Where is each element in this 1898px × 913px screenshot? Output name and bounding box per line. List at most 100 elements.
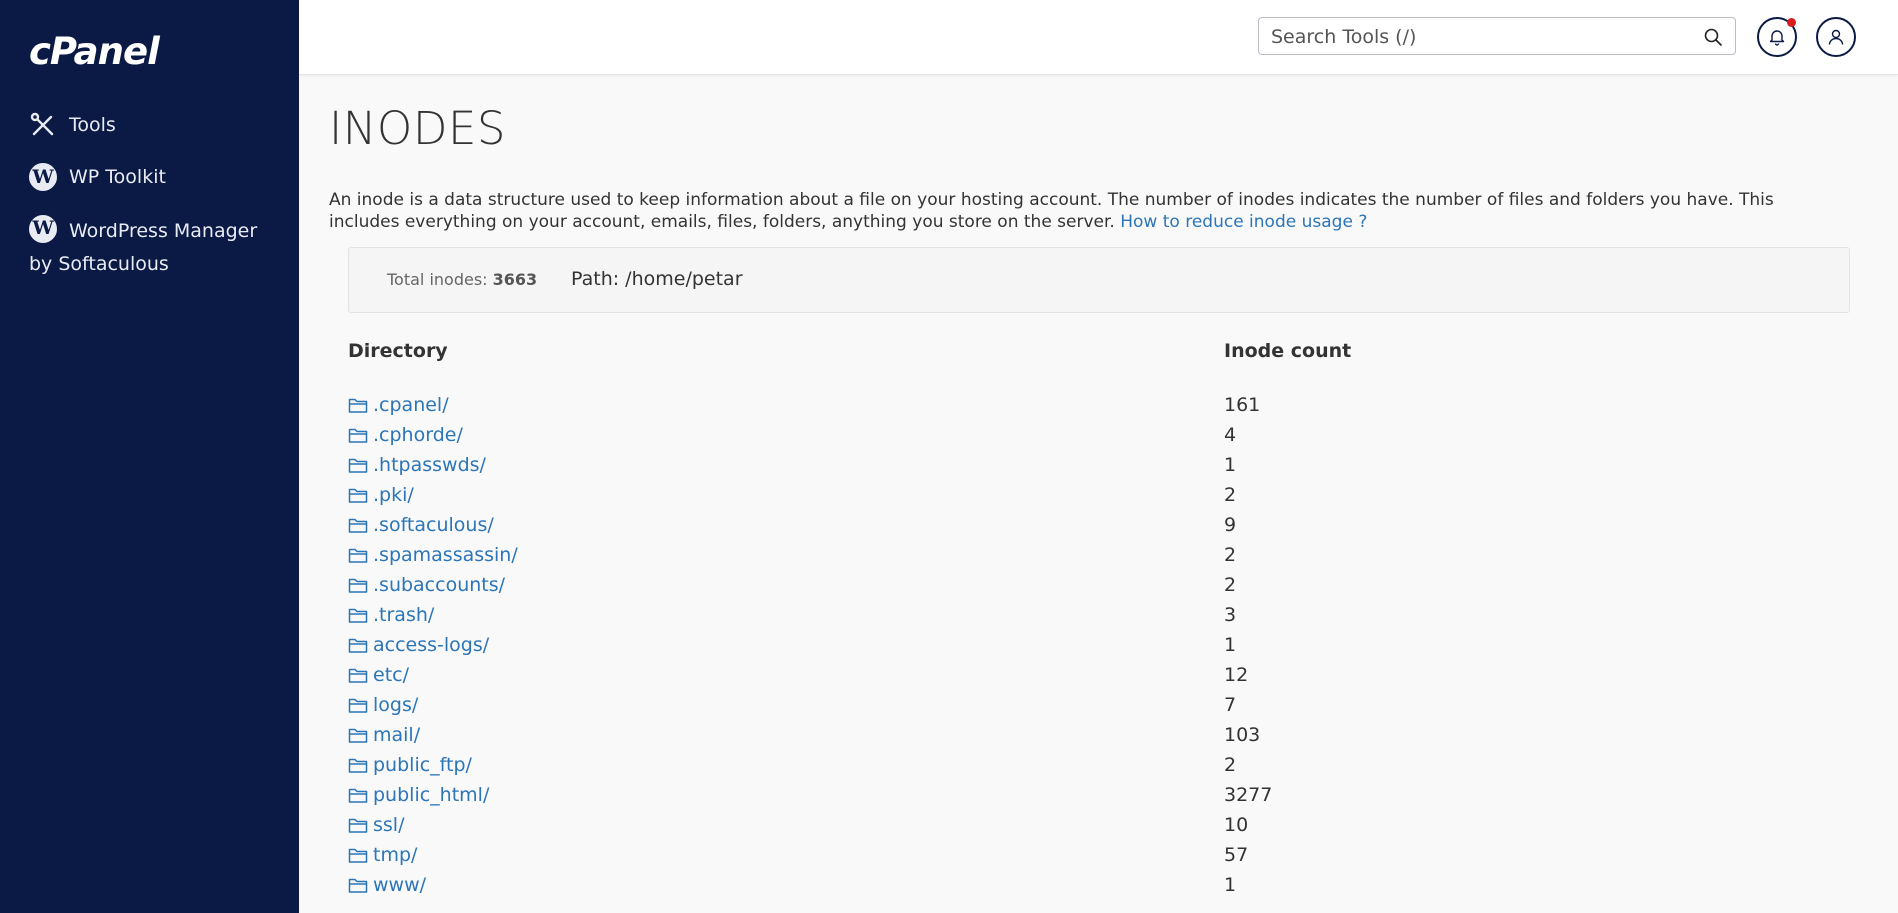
notifications-button[interactable] bbox=[1757, 17, 1797, 57]
inode-count: 103 bbox=[1224, 724, 1261, 746]
table-row: public_html/3277 bbox=[348, 784, 1850, 814]
bell-icon bbox=[1769, 30, 1785, 46]
directory-name: .trash/ bbox=[373, 604, 435, 626]
directory-link[interactable]: public_html/ bbox=[348, 784, 489, 806]
directory-link[interactable]: .spamassassin/ bbox=[348, 544, 518, 566]
directory-link[interactable]: etc/ bbox=[348, 664, 409, 686]
inode-count: 1 bbox=[1224, 454, 1237, 476]
directory-link[interactable]: mail/ bbox=[348, 724, 420, 746]
inode-count: 2 bbox=[1224, 754, 1237, 776]
total-inodes-value: 3663 bbox=[492, 270, 538, 289]
table-row: .cphorde/4 bbox=[348, 424, 1850, 454]
directory-name: mail/ bbox=[373, 724, 421, 746]
notification-badge bbox=[1787, 18, 1796, 27]
sidebar-item-wordpress-manager[interactable]: W WordPress Manager by Softaculous bbox=[29, 214, 269, 281]
directory-link[interactable]: tmp/ bbox=[348, 844, 417, 866]
directory-name: .cpanel/ bbox=[373, 394, 449, 416]
inode-count: 7 bbox=[1224, 694, 1237, 716]
directory-name: tmp/ bbox=[373, 844, 418, 866]
directory-link[interactable]: .htpasswds/ bbox=[348, 454, 486, 476]
directory-table: .cpanel/161 .cphorde/4 .htpasswds/1 .pki/2.… bbox=[348, 394, 1850, 904]
directory-link[interactable]: access-logs/ bbox=[348, 634, 489, 656]
wordpress-icon: W bbox=[29, 214, 57, 243]
user-icon bbox=[1828, 29, 1844, 45]
table-row: mail/103 bbox=[348, 724, 1850, 754]
directory-name: public_ftp/ bbox=[373, 754, 472, 776]
search-input[interactable] bbox=[1269, 18, 1693, 56]
table-row: .softaculous/9 bbox=[348, 514, 1850, 544]
inode-count: 12 bbox=[1224, 664, 1249, 686]
directory-link[interactable]: logs/ bbox=[348, 694, 418, 716]
inode-count: 2 bbox=[1224, 484, 1237, 506]
inode-count: 9 bbox=[1224, 514, 1237, 536]
directory-link[interactable]: .cpanel/ bbox=[348, 394, 449, 416]
folder-icon bbox=[348, 758, 368, 773]
directory-link[interactable]: public_ftp/ bbox=[348, 754, 472, 776]
directory-link[interactable]: .softaculous/ bbox=[348, 514, 494, 536]
table-row: .htpasswds/1 bbox=[348, 454, 1850, 484]
directory-name: ssl/ bbox=[373, 814, 405, 836]
cpanel-logo[interactable]: cPanel bbox=[29, 30, 160, 73]
inode-count: 2 bbox=[1224, 544, 1237, 566]
inode-count: 2 bbox=[1224, 574, 1237, 596]
sidebar-item-label: Tools bbox=[69, 114, 116, 136]
directory-link[interactable]: www/ bbox=[348, 874, 426, 896]
inode-summary-box: Total inodes: 3663 Path: /home/petar bbox=[348, 247, 1850, 313]
column-header-inode-count: Inode count bbox=[1224, 340, 1352, 362]
inode-count: 10 bbox=[1224, 814, 1249, 836]
description-text: An inode is a data structure used to kee… bbox=[329, 190, 1774, 232]
user-menu-button[interactable] bbox=[1816, 17, 1856, 57]
search-icon[interactable] bbox=[1703, 27, 1723, 47]
directory-link[interactable]: .subaccounts/ bbox=[348, 574, 505, 596]
table-row: .trash/3 bbox=[348, 604, 1850, 634]
sidebar-item-tools[interactable]: Tools bbox=[29, 111, 116, 139]
inode-count: 4 bbox=[1224, 424, 1237, 446]
folder-icon bbox=[348, 578, 368, 593]
current-path: Path: /home/petar bbox=[571, 268, 743, 290]
directory-name: public_html/ bbox=[373, 784, 490, 806]
folder-icon bbox=[348, 488, 368, 503]
total-inodes: Total inodes: 3663 bbox=[387, 270, 537, 289]
folder-icon bbox=[348, 398, 368, 413]
sidebar-item-wp-toolkit[interactable]: W WP Toolkit bbox=[29, 163, 166, 191]
folder-icon bbox=[348, 638, 368, 653]
inode-count: 3 bbox=[1224, 604, 1237, 626]
table-row: .pki/2 bbox=[348, 484, 1850, 514]
inode-count: 1 bbox=[1224, 634, 1237, 656]
directory-name: .subaccounts/ bbox=[373, 574, 506, 596]
folder-icon bbox=[348, 818, 368, 833]
table-row: ssl/10 bbox=[348, 814, 1850, 844]
table-row: .cpanel/161 bbox=[348, 394, 1850, 424]
top-bar bbox=[299, 0, 1898, 75]
directory-name: logs/ bbox=[373, 694, 419, 716]
directory-name: access-logs/ bbox=[373, 634, 490, 656]
directory-name: www/ bbox=[373, 874, 427, 896]
directory-name: .softaculous/ bbox=[373, 514, 494, 536]
table-row: public_ftp/2 bbox=[348, 754, 1850, 784]
search-box bbox=[1258, 17, 1736, 56]
directory-name: .htpasswds/ bbox=[373, 454, 486, 476]
directory-name: .pki/ bbox=[373, 484, 414, 506]
inode-count: 3277 bbox=[1224, 784, 1273, 806]
wordpress-icon: W bbox=[29, 163, 57, 191]
folder-icon bbox=[348, 728, 368, 743]
directory-name: .cphorde/ bbox=[373, 424, 463, 446]
sidebar-item-label: WP Toolkit bbox=[69, 166, 166, 188]
folder-icon bbox=[348, 548, 368, 563]
inode-count: 1 bbox=[1224, 874, 1237, 896]
table-row: logs/7 bbox=[348, 694, 1850, 724]
sidebar-item-label: WordPress Manager by Softaculous bbox=[29, 220, 258, 275]
table-row: access-logs/1 bbox=[348, 634, 1850, 664]
directory-name: etc/ bbox=[373, 664, 409, 686]
directory-link[interactable]: .trash/ bbox=[348, 604, 434, 626]
page-title: INODES bbox=[329, 102, 507, 155]
directory-link[interactable]: ssl/ bbox=[348, 814, 404, 836]
directory-link[interactable]: .cphorde/ bbox=[348, 424, 463, 446]
reduce-inode-help-link[interactable]: How to reduce inode usage ? bbox=[1120, 212, 1367, 232]
folder-icon bbox=[348, 848, 368, 863]
table-row: tmp/57 bbox=[348, 844, 1850, 874]
folder-icon bbox=[348, 698, 368, 713]
table-row: .spamassassin/2 bbox=[348, 544, 1850, 574]
directory-link[interactable]: .pki/ bbox=[348, 484, 414, 506]
inode-count: 161 bbox=[1224, 394, 1261, 416]
